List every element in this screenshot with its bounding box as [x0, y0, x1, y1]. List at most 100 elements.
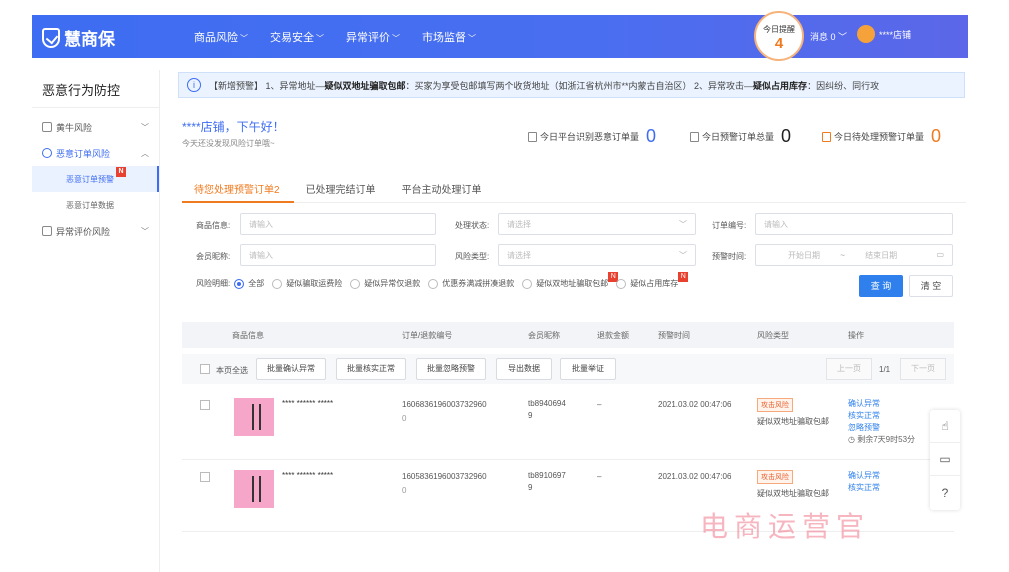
radio-refund-only[interactable]: 疑似异常仅退款 [350, 278, 420, 289]
ignore-warning-link[interactable]: 忽略预警 [848, 422, 915, 434]
avatar [857, 25, 875, 43]
radio-double-address[interactable]: 疑似双地址骗取包邮 N [522, 272, 619, 289]
table-row: **** ****** ***** 1606836196003732960 0 … [182, 390, 954, 460]
sidebar-subitem-order-warning[interactable]: 恶意订单预警 N [32, 166, 159, 192]
greeting-subtitle: 今天还没发现风险订单哦~ [182, 139, 275, 148]
book-icon[interactable]: ▭ [930, 443, 960, 476]
nav-item-market-monitor[interactable]: 市场监督 ﹀ [422, 29, 476, 45]
hand-icon[interactable]: ☝ [930, 410, 960, 443]
app-logo[interactable]: 慧商保 [42, 25, 115, 50]
sidebar: 恶意行为防控 黄牛风险 ﹀ 恶意订单风险 ︿ 恶意订单预警 N 恶意订单数据 异… [32, 70, 160, 572]
notice-banner: i 【新增预警】 1、异常地址— 疑似双地址骗取包邮 ：买家为享受包邮填写两个收货地… [178, 72, 965, 98]
chevron-up-icon: ︿ [141, 148, 149, 158]
info-icon: i [187, 78, 201, 92]
select-all-checkbox[interactable] [200, 364, 210, 374]
product-label: 商品信息: [196, 221, 231, 230]
nav-item-trade-safety[interactable]: 交易安全 ﹀ [270, 29, 324, 45]
top-navbar: 慧商保 商品风险 ﹀ 交易安全 ﹀ 异常评价 ﹀ 市场监督 ﹀ 今日提醒 4 消息 0 … [32, 11, 968, 61]
risk-type: 疑似双地址骗取包邮 [757, 417, 829, 426]
sidebar-item-abnormal-review[interactable]: 异常评价风险 ﹀ [32, 218, 159, 244]
sidebar-item-scalper[interactable]: 黄牛风险 ﹀ [32, 114, 159, 140]
main-nav: 商品风险 ﹀ 交易安全 ﹀ 异常评价 ﹀ 市场监督 ﹀ [194, 29, 476, 45]
member-nickname: tb8940694 9 [528, 399, 566, 420]
order-number: 1605836196003732960 [402, 472, 487, 481]
product-name[interactable]: **** ****** ***** [282, 398, 392, 410]
member-label: 会员昵称: [196, 252, 231, 261]
sidebar-item-malicious-order[interactable]: 恶意订单风险 ︿ [32, 140, 159, 166]
refund-number: 0 [402, 486, 407, 495]
risk-tag: 攻击风险 [757, 470, 793, 484]
alert-count: 4 [774, 35, 784, 52]
comment-icon [42, 226, 52, 236]
warning-time: 2021.03.02 00:47:06 [658, 400, 732, 409]
radio-occupy-stock[interactable]: 疑似占用库存 N [616, 272, 689, 289]
clear-button[interactable]: 清 空 [909, 275, 953, 297]
today-alert-badge[interactable]: 今日提醒 4 [754, 11, 804, 61]
table-header: 商品信息 订单/退款编号 会员昵称 退款金额 预警时间 风险类型 操作 [182, 322, 954, 348]
radio-coupon-refund[interactable]: 优惠券满减拼凑退款 [428, 278, 514, 289]
calendar-icon: ▭ [936, 250, 944, 259]
document-icon [690, 131, 699, 142]
greeting-title: ****店铺，下午好！ [182, 120, 285, 134]
logo-text: 慧商保 [64, 30, 115, 49]
floating-toolbar: ☝ ▭ ? [930, 410, 960, 510]
batch-verify-button[interactable]: 批量核实正常 [336, 358, 406, 380]
help-icon[interactable]: ? [930, 476, 960, 509]
product-thumbnail [234, 470, 274, 508]
batch-evidence-button[interactable]: 批量举证 [560, 358, 616, 380]
messages-menu[interactable]: 消息 0 ﹀ [810, 30, 847, 43]
tab-platform[interactable]: 平台主动处理订单 [390, 175, 496, 203]
user-name: ****店铺 [879, 29, 912, 40]
confirm-abnormal-link[interactable]: 确认异常 [848, 470, 880, 482]
product-input[interactable]: 请输入 [240, 213, 436, 235]
sidebar-subitem-order-data[interactable]: 恶意订单数据 [32, 192, 159, 218]
order-tabs: 待您处理预警订单2 已处理完结订单 平台主动处理订单 [182, 175, 966, 203]
batch-confirm-button[interactable]: 批量确认异常 [256, 358, 326, 380]
row-checkbox[interactable] [200, 400, 210, 410]
chevron-down-icon: ﹀ [240, 34, 248, 43]
alert-icon [822, 131, 831, 142]
new-badge: N [678, 272, 689, 282]
row-checkbox[interactable] [200, 472, 210, 482]
chevron-down-icon: ﹀ [838, 32, 848, 42]
nav-item-product-risk[interactable]: 商品风险 ﹀ [194, 29, 248, 45]
verify-normal-link[interactable]: 核实正常 [848, 482, 880, 494]
query-button[interactable]: 查 询 [859, 275, 903, 297]
chevron-down-icon: ﹀ [141, 226, 149, 236]
chevron-down-icon: ﹀ [392, 34, 400, 43]
product-name[interactable]: **** ****** ***** [282, 470, 392, 482]
nav-item-abnormal-review[interactable]: 异常评价 ﹀ [346, 29, 400, 45]
countdown: ◷ 剩余7天9时53分 [848, 435, 916, 444]
user-menu[interactable]: ****店铺 [857, 25, 911, 43]
clock-icon: ◷ [848, 435, 855, 444]
order-no-input[interactable]: 请输入 [755, 213, 953, 235]
radio-freight-insurance[interactable]: 疑似骗取运费险 [272, 278, 342, 289]
member-input[interactable]: 请输入 [240, 244, 436, 266]
row-actions: 确认异常 核实正常 忽略预警 ◷ 剩余7天9时53分 [848, 398, 915, 446]
refund-amount: – [597, 400, 602, 409]
chevron-down-icon: ﹀ [316, 34, 324, 43]
risk-tag: 攻击风险 [757, 398, 793, 412]
order-no-label: 订单编号: [712, 221, 747, 230]
shield-icon [42, 27, 60, 48]
alert-label: 今日提醒 [763, 25, 795, 34]
select-all-label: 本页全选 [216, 366, 248, 375]
export-button[interactable]: 导出数据 [496, 358, 552, 380]
status-select[interactable]: 请选择 ﹀ [498, 213, 696, 235]
status-label: 处理状态: [455, 221, 490, 230]
verify-normal-link[interactable]: 核实正常 [848, 410, 915, 422]
prev-page-button[interactable]: 上一页 [826, 358, 872, 380]
radio-all[interactable]: 全部 [234, 278, 264, 289]
chevron-down-icon: ﹀ [141, 122, 149, 132]
batch-ignore-button[interactable]: 批量忽略预警 [416, 358, 486, 380]
tab-processed[interactable]: 已处理完结订单 [294, 175, 390, 203]
date-range-picker[interactable]: 开始日期 ~ 结束日期 ▭ [755, 244, 953, 266]
order-number: 1606836196003732960 [402, 400, 487, 409]
new-badge: N [116, 167, 126, 177]
page-indicator: 1/1 [879, 365, 891, 374]
tab-pending[interactable]: 待您处理预警订单2 [182, 175, 294, 203]
next-page-button[interactable]: 下一页 [900, 358, 946, 380]
risk-type-select[interactable]: 请选择 ﹀ [498, 244, 696, 266]
refund-amount: – [597, 472, 602, 481]
confirm-abnormal-link[interactable]: 确认异常 [848, 398, 915, 410]
